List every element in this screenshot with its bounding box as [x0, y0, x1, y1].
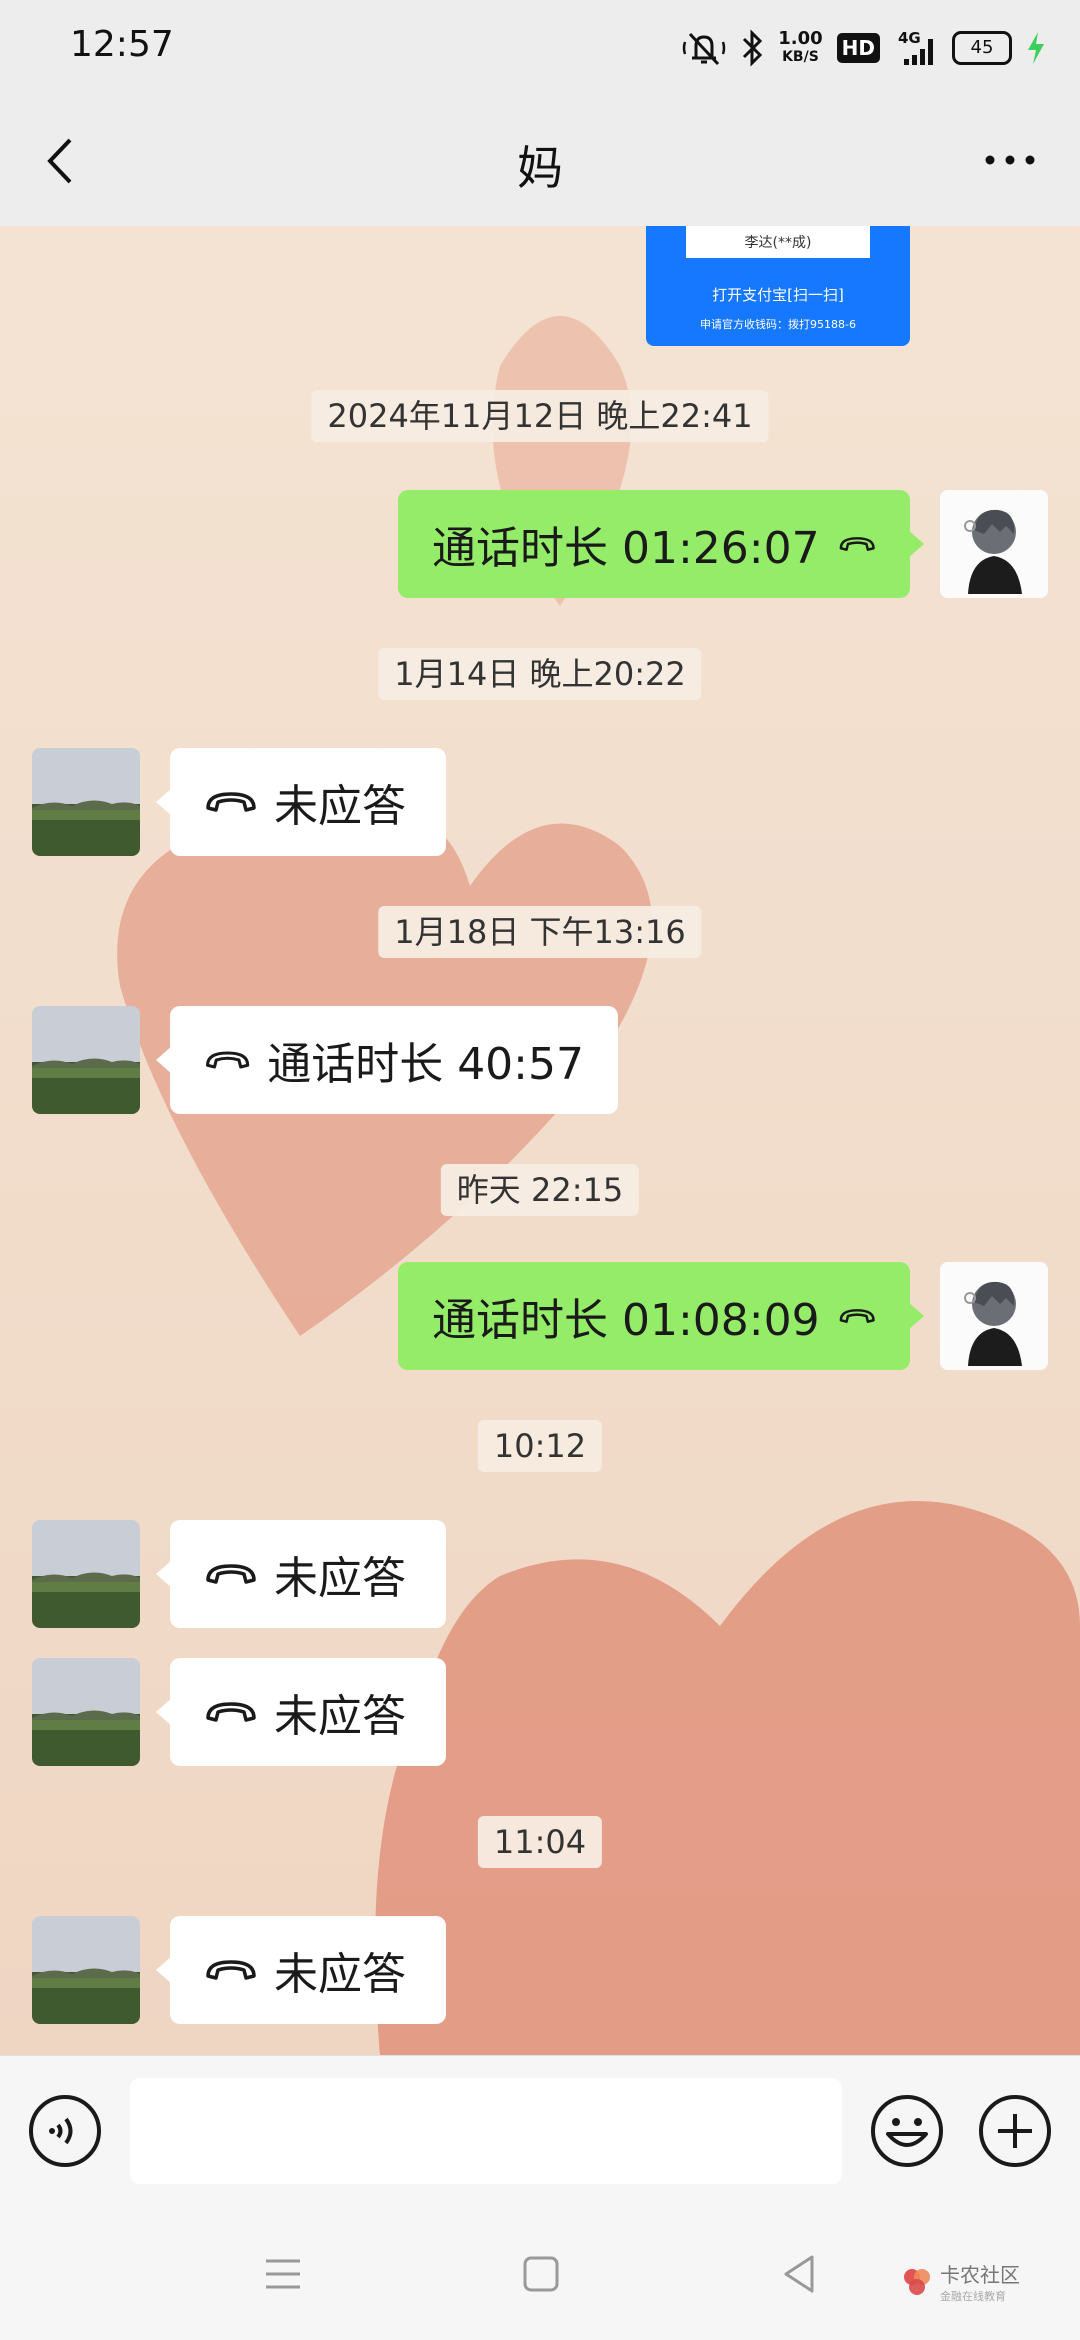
system-nav-bar: 卡农社区 金融在线教育 [0, 2205, 1080, 2340]
more-actions-plus-icon[interactable] [978, 2094, 1052, 2168]
chat-title: 妈 [517, 141, 563, 195]
timestamp: 11:04 [477, 1816, 603, 1868]
call-record-bubble[interactable]: 未应答 [156, 1658, 446, 1766]
phone-hangup-icon [839, 1309, 875, 1323]
call-record-text: 未应答 [274, 1553, 406, 1604]
payment-card-qr: 李达(**成) [686, 226, 870, 258]
anime-character-avatar-icon [940, 1262, 1048, 1370]
phone-hangup-icon [206, 1702, 256, 1722]
contact-avatar[interactable] [32, 1006, 140, 1114]
more-options-icon[interactable] [980, 138, 1040, 182]
timestamp: 昨天 22:15 [440, 1164, 640, 1216]
call-record-text: 未应答 [274, 1691, 406, 1742]
status-bar: 12:57 1.00 KB/S HD 4G 45 [0, 0, 1080, 96]
landscape-avatar-icon [32, 1658, 140, 1766]
my-avatar[interactable] [940, 1262, 1048, 1370]
network-speed-unit: KB/S [782, 49, 819, 65]
payment-card-name: 李达(**成) [744, 235, 812, 251]
call-record-bubble[interactable]: 通话时长 40:57 [156, 1006, 618, 1114]
call-record-text: 通话时长 01:26:07 [432, 523, 820, 574]
call-record-text: 通话时长 01:08:09 [432, 1295, 820, 1346]
call-record-bubble[interactable]: 通话时长 01:08:09 [398, 1262, 924, 1370]
hd-badge: HD [836, 33, 880, 63]
timestamp: 1月18日 下午13:16 [378, 906, 702, 958]
timestamp: 1月14日 晚上20:22 [378, 648, 702, 700]
my-avatar[interactable] [940, 490, 1048, 598]
watermark-subtitle: 金融在线教育 [940, 2290, 1006, 2303]
phone-hangup-icon [206, 792, 256, 812]
payment-card-note: 申请官方收钱码：拨打95188-6 [700, 318, 856, 331]
watermark: 卡农社区 金融在线教育 [900, 2259, 1020, 2304]
home-nav-icon[interactable] [520, 2253, 562, 2295]
mute-bell-icon [682, 32, 726, 66]
landscape-avatar-icon [32, 1006, 140, 1114]
status-time: 12:57 [70, 24, 174, 65]
call-record-text: 未应答 [274, 781, 406, 832]
timestamp: 2024年11月12日 晚上22:41 [311, 390, 769, 442]
phone-hangup-icon [205, 1051, 250, 1069]
menu-nav-icon[interactable] [262, 2253, 304, 2295]
signal-indicator: 4G [894, 29, 938, 67]
charging-icon [1028, 32, 1044, 64]
message-input[interactable] [130, 2078, 842, 2184]
battery-indicator: 45 [952, 31, 1012, 65]
input-bar [0, 2055, 1080, 2206]
call-record-bubble[interactable]: 未应答 [156, 1520, 446, 1628]
landscape-avatar-icon [32, 1916, 140, 2024]
contact-avatar[interactable] [32, 1520, 140, 1628]
watermark-title: 卡农社区 [940, 2263, 1020, 2287]
call-record-text: 通话时长 40:57 [267, 1039, 584, 1090]
phone-hangup-icon [206, 1960, 256, 1980]
contact-avatar[interactable] [32, 1916, 140, 2024]
phone-hangup-icon [839, 537, 875, 551]
voice-input-icon[interactable] [28, 2094, 102, 2168]
chat-header: 妈 [0, 96, 1080, 226]
payment-card[interactable]: 李达(**成) 打开支付宝[扫一扫] 申请官方收钱码：拨打95188-6 [646, 226, 910, 346]
call-record-text: 未应答 [274, 1949, 406, 2000]
timestamp: 10:12 [477, 1420, 603, 1472]
phone-hangup-icon [206, 1564, 256, 1584]
payment-card-action: 打开支付宝[扫一扫] [712, 286, 844, 304]
watermark-logo-icon [904, 2268, 930, 2295]
contact-avatar[interactable] [32, 748, 140, 856]
status-icons: 1.00 KB/S HD 4G 45 [682, 26, 1046, 70]
chat-area[interactable]: 李达(**成) 打开支付宝[扫一扫] 申请官方收钱码：拨打95188-6 202… [0, 226, 1080, 2055]
call-record-bubble[interactable]: 未应答 [156, 1916, 446, 2024]
call-record-bubble[interactable]: 通话时长 01:26:07 [398, 490, 924, 598]
landscape-avatar-icon [32, 1520, 140, 1628]
landscape-avatar-icon [32, 748, 140, 856]
network-speed-value: 1.00 [778, 28, 823, 49]
back-nav-icon[interactable] [778, 2253, 820, 2295]
network-speed: 1.00 KB/S [778, 30, 822, 66]
contact-avatar[interactable] [32, 1658, 140, 1766]
anime-character-avatar-icon [940, 490, 1048, 598]
signal-icon [904, 39, 933, 65]
call-record-bubble[interactable]: 未应答 [156, 748, 446, 856]
emoji-icon[interactable] [870, 2094, 944, 2168]
bluetooth-icon [743, 29, 763, 67]
